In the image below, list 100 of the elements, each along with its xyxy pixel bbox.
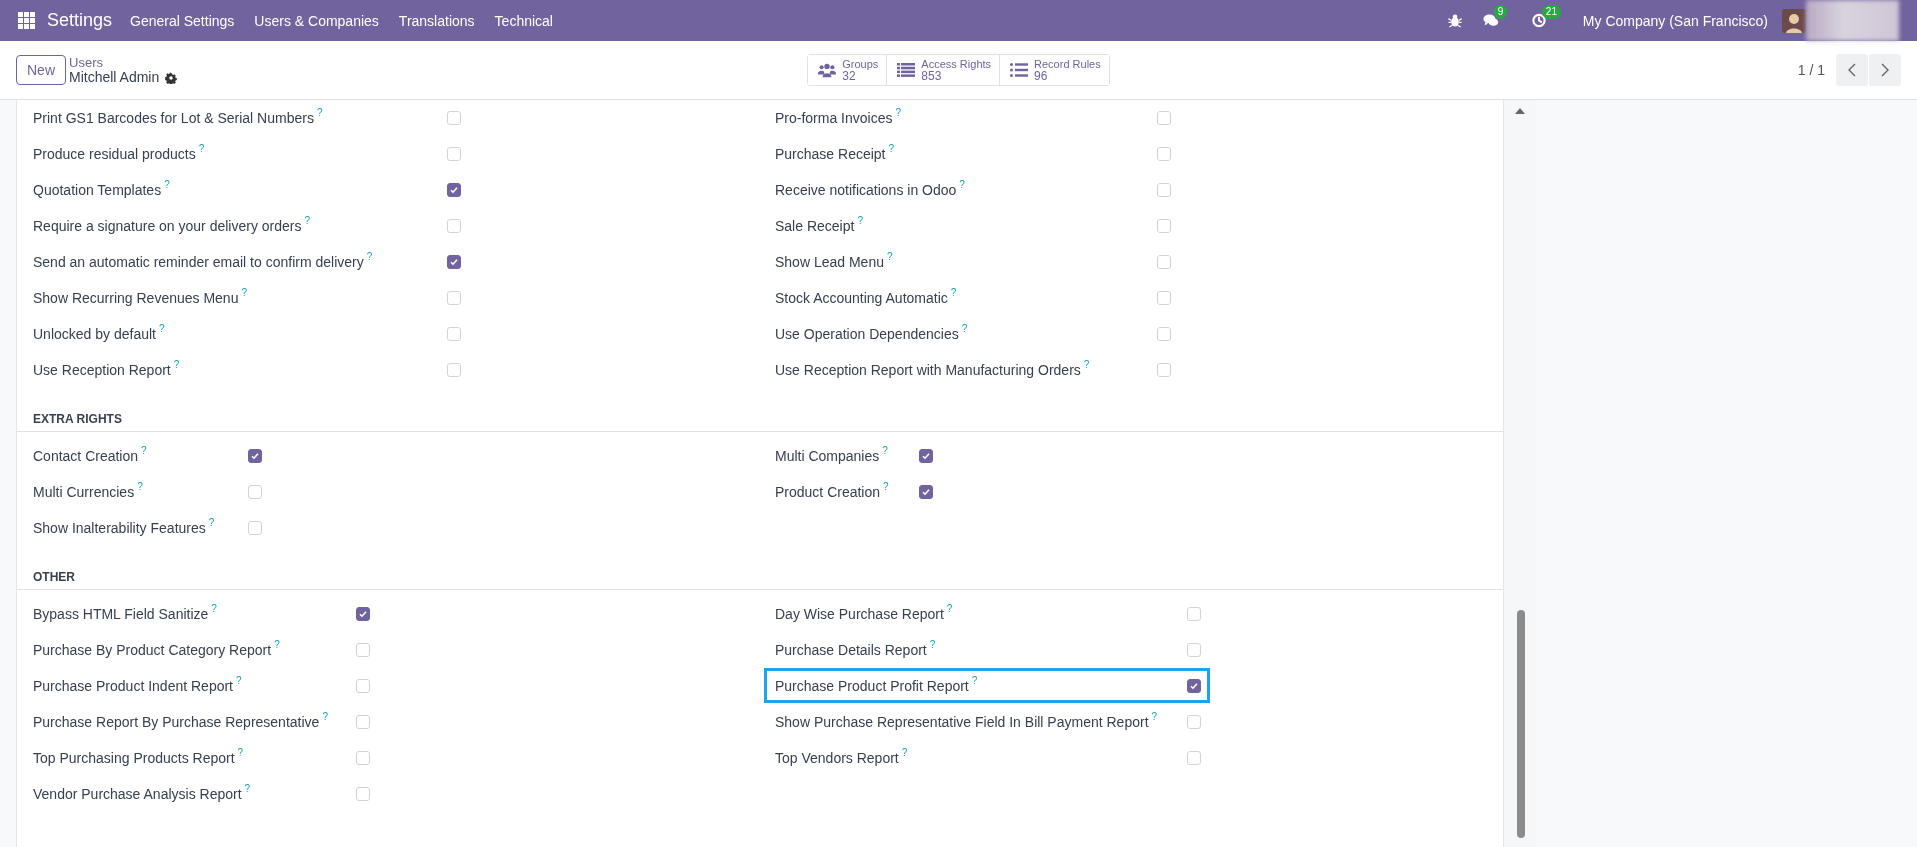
apps-menu-icon[interactable]: [18, 12, 35, 29]
bullet-list-icon: [1010, 62, 1029, 78]
breadcrumb-link[interactable]: Users: [69, 55, 178, 70]
field-label: Use Reception Report with Manufacturing Orders: [775, 362, 1081, 378]
menu-item[interactable]: General Settings: [130, 12, 235, 29]
field-label: Purchase Details Report: [775, 642, 927, 658]
help-tooltip[interactable]: ?: [883, 482, 889, 492]
section-title: OTHER: [33, 570, 75, 584]
checkmark-icon: [449, 257, 459, 267]
help-tooltip[interactable]: ?: [1083, 360, 1090, 370]
help-tooltip[interactable]: ?: [366, 252, 373, 262]
field-label: Purchase Receipt: [775, 146, 886, 162]
menu-item[interactable]: Users & Companies: [254, 12, 379, 29]
field-label: Show Recurring Revenues Menu: [33, 290, 239, 306]
help-tooltip[interactable]: ?: [901, 748, 908, 758]
field-label: Show Lead Menu: [775, 254, 884, 270]
field-label: Purchase Report By Purchase Representative: [33, 714, 320, 730]
field-label: Vendor Purchase Analysis Report: [33, 786, 242, 802]
scroll-up-icon[interactable]: [1515, 108, 1525, 114]
help-tooltip[interactable]: ?: [895, 108, 902, 118]
help-tooltip[interactable]: ?: [141, 446, 147, 456]
field-label: Show Purchase Representative Field In Bill Payment Report: [775, 714, 1149, 730]
previous-button[interactable]: [1836, 54, 1868, 86]
menu-item[interactable]: Technical: [494, 12, 553, 29]
help-tooltip[interactable]: ?: [946, 604, 953, 614]
field-label: Use Operation Dependencies: [775, 326, 959, 342]
field-label: Require a signature on your delivery orders: [33, 218, 302, 234]
field-label: Produce residual products: [33, 146, 196, 162]
help-tooltip[interactable]: ?: [164, 180, 170, 190]
menu-item[interactable]: Translations: [398, 12, 475, 29]
pager-value: 1 / 1: [1797, 62, 1825, 78]
checkmark-icon: [921, 451, 931, 461]
help-tooltip[interactable]: ?: [322, 712, 328, 722]
help-tooltip[interactable]: ?: [208, 518, 215, 528]
field-label: Unlocked by default: [33, 326, 156, 342]
help-tooltip[interactable]: ?: [316, 108, 323, 118]
help-tooltip[interactable]: ?: [211, 604, 217, 614]
checkmark-icon: [358, 609, 368, 619]
help-tooltip[interactable]: ?: [857, 216, 863, 226]
help-tooltip[interactable]: ?: [241, 288, 247, 298]
field-label: Receive notifications in Odoo: [775, 182, 957, 198]
section-title: EXTRA RIGHTS: [33, 412, 122, 426]
company-switcher[interactable]: My Company (San Francisco): [1582, 12, 1768, 29]
scrollbar-thumb[interactable]: [1517, 610, 1525, 838]
field-label: Top Vendors Report: [775, 750, 899, 766]
avatar-icon[interactable]: [1782, 8, 1806, 33]
help-tooltip[interactable]: ?: [198, 144, 205, 154]
help-tooltip[interactable]: ?: [1151, 712, 1158, 722]
field-label: Purchase By Product Category Report: [33, 642, 272, 658]
list-icon: [897, 62, 916, 78]
chat-icon[interactable]: [1482, 13, 1499, 28]
checkmark-icon: [449, 185, 459, 195]
help-tooltip[interactable]: ?: [971, 675, 978, 686]
field-label: Bypass HTML Field Sanitize: [33, 606, 209, 622]
help-tooltip[interactable]: ?: [961, 324, 968, 334]
chevron-right-icon: [1881, 63, 1889, 77]
checkbox[interactable]: [356, 607, 370, 621]
checkbox[interactable]: [919, 449, 933, 463]
stat-button[interactable]: Groups 32: [808, 55, 888, 85]
field-label: Stock Accounting Automatic: [775, 290, 948, 306]
help-tooltip[interactable]: ?: [137, 482, 143, 492]
users-icon: [818, 62, 837, 78]
next-button[interactable]: [1869, 54, 1901, 86]
field-label: Multi Companies: [775, 448, 880, 464]
help-tooltip[interactable]: ?: [929, 640, 936, 650]
field-label: Show Inalterability Features: [33, 520, 206, 536]
help-tooltip[interactable]: ?: [158, 324, 165, 334]
help-tooltip[interactable]: ?: [886, 252, 893, 262]
help-tooltip[interactable]: ?: [304, 216, 311, 226]
help-tooltip[interactable]: ?: [237, 748, 244, 758]
clock-icon[interactable]: [1530, 13, 1547, 28]
checkmark-icon: [250, 451, 260, 461]
checkmark-icon: [1189, 680, 1199, 691]
checkbox[interactable]: [919, 485, 933, 499]
settings-icon[interactable]: [165, 71, 178, 84]
help-tooltip[interactable]: ?: [173, 360, 180, 370]
help-tooltip[interactable]: ?: [244, 784, 251, 794]
help-tooltip[interactable]: ?: [274, 640, 280, 650]
field-label: Pro-forma Invoices: [775, 110, 893, 126]
field-label: Use Reception Report: [33, 362, 171, 378]
field-label: Print GS1 Barcodes for Lot & Serial Numbers: [33, 110, 314, 126]
chevron-left-icon: [1848, 63, 1856, 77]
notification-badge: 21: [1541, 5, 1561, 19]
checkbox[interactable]: [248, 449, 262, 463]
field-label: Product Creation: [775, 484, 881, 500]
help-tooltip[interactable]: ?: [236, 676, 242, 686]
checkbox[interactable]: [1187, 678, 1201, 693]
help-tooltip[interactable]: ?: [882, 446, 888, 456]
help-tooltip[interactable]: ?: [888, 144, 895, 154]
checkbox[interactable]: [447, 255, 461, 269]
bug-icon[interactable]: [1446, 13, 1463, 28]
app-title[interactable]: Settings: [47, 10, 113, 31]
field-label: Sale Receipt: [775, 218, 855, 234]
help-tooltip[interactable]: ?: [959, 180, 965, 190]
notification-badge: 9: [1493, 5, 1508, 19]
checkbox[interactable]: [447, 183, 461, 197]
checkmark-icon: [921, 487, 931, 497]
field-label: Purchase Product Indent Report: [33, 678, 233, 694]
new-button[interactable]: New: [16, 55, 66, 85]
help-tooltip[interactable]: ?: [950, 288, 957, 298]
